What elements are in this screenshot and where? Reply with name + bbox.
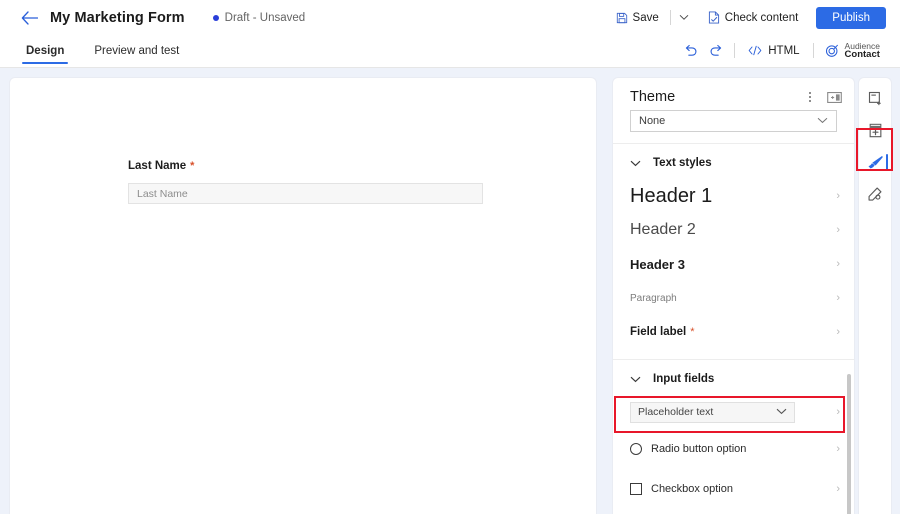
audience-line-2: Contact (845, 50, 880, 60)
input-style-row-placeholder-text[interactable]: Placeholder text › (613, 395, 854, 429)
chevron-right-icon: › (836, 190, 840, 202)
text-style-label: Header 2 (630, 221, 696, 239)
chevron-down-icon (630, 376, 641, 383)
status-badge: Draft - Unsaved (213, 12, 306, 24)
theme-select[interactable]: None (630, 110, 837, 132)
chevron-down-icon (630, 160, 641, 167)
tab-bar: Design Preview and test (0, 35, 900, 68)
app-root: My Marketing Form Draft - Unsaved Save (0, 0, 900, 514)
publish-button[interactable]: Publish (816, 7, 886, 29)
target-audience-icon (825, 44, 839, 58)
text-style-label: Field label (630, 326, 686, 338)
section-label-text-styles: Text styles (653, 157, 712, 169)
audience-labels: Audience Contact (845, 42, 880, 61)
required-asterisk: * (190, 160, 194, 172)
panel-title: Theme (630, 89, 675, 105)
back-button[interactable] (14, 3, 44, 33)
theme-properties-panel: Theme None (612, 77, 855, 514)
chevron-right-icon: › (836, 224, 840, 236)
field-label: Last Name * (128, 160, 488, 172)
checkbox-icon (630, 483, 642, 495)
properties-key-icon[interactable] (861, 180, 889, 208)
page-title: My Marketing Form (50, 10, 185, 26)
form-canvas[interactable]: Last Name * Last Name (9, 77, 597, 514)
audience-selector[interactable]: Audience Contact (819, 39, 886, 64)
top-bar: My Marketing Form Draft - Unsaved Save (0, 0, 900, 35)
theme-select-wrapper: None (613, 110, 854, 132)
last-name-input[interactable]: Last Name (128, 183, 483, 204)
section-header-text-styles[interactable]: Text styles (613, 144, 854, 179)
text-style-row-header-3[interactable]: Header 3 › (613, 247, 854, 281)
save-button[interactable]: Save (610, 8, 665, 28)
status-dot-icon (213, 15, 219, 21)
field-label-text: Last Name (128, 160, 186, 172)
section-header-input-fields[interactable]: Input fields (613, 360, 854, 395)
code-brackets-icon (748, 45, 762, 56)
chevron-right-icon: › (836, 483, 840, 495)
text-style-row-header-1[interactable]: Header 1 › (613, 179, 854, 213)
add-element-icon[interactable] (861, 116, 889, 144)
placeholder-text-select[interactable]: Placeholder text (630, 402, 795, 423)
tab-bar-actions: HTML Audience Contact (677, 39, 900, 64)
more-vertical-icon[interactable] (805, 89, 815, 105)
check-content-button[interactable]: Check content (702, 7, 805, 28)
required-asterisk: * (690, 326, 694, 338)
radio-button-icon (630, 443, 642, 455)
save-options-button[interactable] (676, 10, 692, 25)
panel-scrollbar[interactable] (847, 374, 851, 514)
status-text: Draft - Unsaved (225, 12, 306, 24)
chevron-right-icon: › (836, 406, 840, 418)
input-style-row-checkbox-option[interactable]: Checkbox option › (613, 469, 854, 509)
tab-design[interactable]: Design (22, 35, 68, 68)
input-style-row-radio-option[interactable]: Radio button option › (613, 429, 854, 469)
top-bar-actions: Save Check content Publish (610, 7, 900, 29)
chevron-right-icon: › (836, 292, 840, 304)
panel-layout-icon[interactable] (827, 92, 842, 103)
undo-arrow-icon (683, 44, 698, 58)
form-field-last-name[interactable]: Last Name * Last Name (128, 160, 488, 204)
add-section-icon[interactable] (861, 84, 889, 112)
panel-body: None Text styles Header 1 › Header 2 (613, 110, 854, 509)
text-style-label: Header 1 (630, 185, 712, 208)
document-check-icon (708, 11, 720, 24)
selection-indicator (886, 154, 889, 170)
check-content-label: Check content (725, 12, 799, 24)
chevron-down-icon (776, 406, 787, 418)
html-label: HTML (768, 45, 799, 57)
radio-option-label: Radio button option (651, 443, 746, 455)
chevron-down-icon (679, 14, 689, 21)
redo-button[interactable] (703, 39, 729, 63)
style-brush-icon[interactable] (861, 148, 889, 176)
checkbox-option-label: Checkbox option (651, 483, 733, 495)
section-label-input-fields: Input fields (653, 373, 714, 385)
arrow-left-icon (21, 11, 38, 25)
chevron-down-icon (817, 115, 828, 127)
text-style-label: Header 3 (630, 257, 685, 272)
redo-arrow-icon (709, 44, 724, 58)
chevron-right-icon: › (836, 443, 840, 455)
text-style-row-paragraph[interactable]: Paragraph › (613, 281, 854, 315)
chevron-right-icon: › (836, 326, 840, 338)
html-button[interactable]: HTML (740, 42, 807, 60)
text-style-row-header-2[interactable]: Header 2 › (613, 213, 854, 247)
undo-button[interactable] (677, 39, 703, 63)
placeholder-text-label: Placeholder text (638, 406, 713, 418)
chevron-right-icon: › (836, 258, 840, 270)
toolbar-divider-3 (813, 43, 814, 58)
save-label: Save (633, 12, 659, 24)
text-style-label: Paragraph (630, 293, 677, 304)
save-disk-icon (616, 12, 628, 24)
tool-rail (858, 77, 892, 514)
tab-preview-and-test[interactable]: Preview and test (90, 35, 183, 68)
toolbar-divider-2 (734, 43, 735, 58)
theme-select-value: None (639, 115, 665, 127)
panel-header-actions (805, 89, 842, 105)
toolbar-divider-1 (670, 10, 671, 25)
text-style-row-field-label[interactable]: Field label * › (613, 315, 854, 349)
